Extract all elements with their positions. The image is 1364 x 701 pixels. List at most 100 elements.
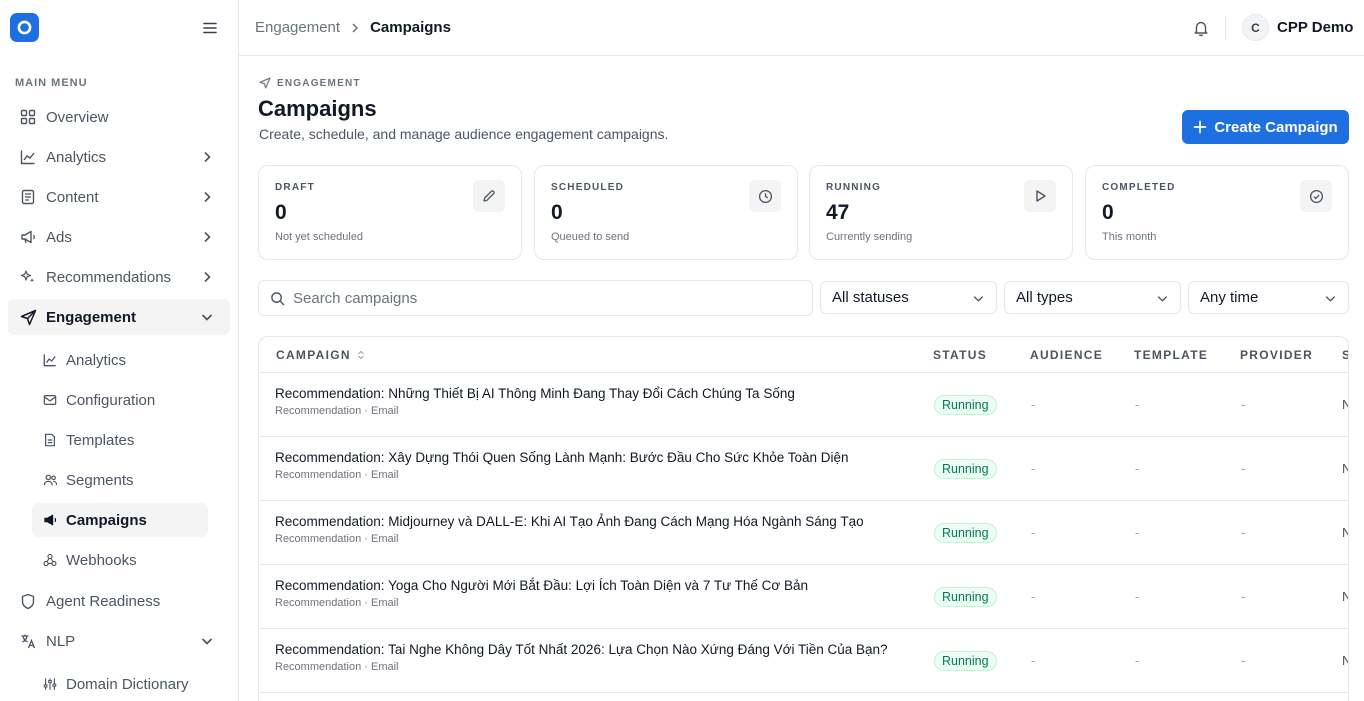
document-icon [19, 188, 37, 206]
stat-note: Queued to send [551, 231, 630, 243]
audience-cell: - [1031, 589, 1036, 604]
chevron-right-icon [352, 22, 359, 33]
sidebar-subitem-label: Templates [66, 431, 135, 449]
sidebar-subitem-segments[interactable]: Segments [32, 463, 208, 497]
column-label: CAMPAIGN [276, 348, 351, 362]
stat-value: 47 [826, 201, 850, 224]
sidebar-item-ads[interactable]: Ads [8, 219, 230, 255]
sidebar-item-agent-readiness[interactable]: Agent Readiness [8, 583, 230, 619]
app-logo[interactable] [10, 13, 39, 42]
stat-note: Currently sending [826, 231, 913, 243]
file-text-icon [42, 432, 58, 448]
column-header-provider[interactable]: PROVIDER [1240, 348, 1313, 362]
sidebar-item-overview[interactable]: Overview [8, 99, 230, 135]
sidebar-item-label: Agent Readiness [46, 592, 161, 610]
provider-cell: - [1241, 653, 1246, 668]
breadcrumb: Engagement Campaigns [255, 19, 451, 36]
user-name[interactable]: CPP Demo [1277, 19, 1353, 36]
sidebar-item-label: NLP [46, 632, 76, 650]
send-icon [259, 77, 271, 89]
stat-note: This month [1102, 231, 1157, 243]
bell-icon[interactable] [1192, 19, 1210, 37]
type-filter-value: All types [1016, 289, 1073, 306]
column-header-truncated[interactable]: S [1342, 348, 1348, 362]
sidebar-subitem-analytics[interactable]: Analytics [32, 343, 208, 377]
table-row[interactable]: Recommendation: Tai Nghe Không Dây Tốt N… [259, 629, 1348, 693]
table-row[interactable]: Recommendation: Midjourney và DALL-E: Kh… [259, 501, 1348, 565]
avatar[interactable]: C [1242, 14, 1269, 41]
chevron-right-icon [204, 151, 211, 163]
campaigns-table: CAMPAIGN STATUS AUDIENCE TEMPLATE PROVID… [258, 336, 1349, 701]
sidebar-item-nlp[interactable]: NLP [8, 623, 230, 659]
table-row[interactable]: Recommendation: Yoga Cho Người Mới Bắt Đ… [259, 565, 1348, 629]
sidebar-item-recommendations[interactable]: Recommendations [8, 259, 230, 295]
table-row[interactable]: Recommendation: Những Thiết Bị AI Thông … [259, 373, 1348, 437]
sidebar-subitem-campaigns[interactable]: Campaigns [32, 503, 208, 537]
sidebar-subitem-domain-dictionary[interactable]: Domain Dictionary [32, 667, 208, 701]
chevron-right-icon [204, 271, 211, 283]
sidebar-item-label: Content [46, 188, 99, 206]
campaign-meta: Recommendation · Email [275, 405, 399, 417]
sidebar-subitem-label: Domain Dictionary [66, 675, 189, 693]
sidebar-item-analytics[interactable]: Analytics [8, 139, 230, 175]
chevron-down-icon [1325, 296, 1336, 302]
sidebar-item-label: Recommendations [46, 268, 172, 286]
column-header-status[interactable]: STATUS [933, 348, 987, 362]
create-campaign-button[interactable]: Create Campaign [1182, 110, 1349, 144]
divider [1225, 16, 1226, 40]
campaign-name[interactable]: Recommendation: Yoga Cho Người Mới Bắt Đ… [275, 578, 808, 593]
campaign-name[interactable]: Recommendation: Những Thiết Bị AI Thông … [275, 386, 795, 401]
sidebar: MAIN MENU Overview Analytics Content Ads… [0, 0, 239, 701]
column-header-audience[interactable]: AUDIENCE [1030, 348, 1103, 362]
chevron-right-icon [204, 231, 211, 243]
campaign-name[interactable]: Recommendation: Midjourney và DALL-E: Kh… [275, 514, 864, 529]
sidebar-item-engagement[interactable]: Engagement [8, 299, 230, 335]
sidebar-item-content[interactable]: Content [8, 179, 230, 215]
truncated-cell: N [1342, 589, 1348, 604]
time-filter-select[interactable]: Any time [1188, 281, 1349, 314]
column-header-template[interactable]: TEMPLATE [1134, 348, 1208, 362]
send-icon [19, 308, 37, 326]
type-filter-select[interactable]: All types [1004, 281, 1181, 314]
campaign-name[interactable]: Recommendation: Tai Nghe Không Dây Tốt N… [275, 642, 888, 657]
sidebar-subitem-templates[interactable]: Templates [32, 423, 208, 457]
stat-card-completed: COMPLETED 0 This month [1085, 165, 1349, 260]
sidebar-subitem-webhooks[interactable]: Webhooks [32, 543, 208, 577]
provider-cell: - [1241, 589, 1246, 604]
template-cell: - [1135, 461, 1140, 476]
stat-value: 0 [1102, 201, 1114, 224]
search-icon [271, 291, 285, 305]
stat-note: Not yet scheduled [275, 231, 364, 243]
search-input[interactable] [293, 289, 793, 307]
menu-toggle-button[interactable] [200, 18, 220, 38]
sidebar-subitem-configuration[interactable]: Configuration [32, 383, 208, 417]
truncated-cell: N [1342, 653, 1348, 668]
check-circle-icon [1300, 180, 1332, 212]
sort-icon [357, 350, 364, 360]
sidebar-item-label: Ads [46, 228, 72, 246]
status-badge: Running [934, 651, 997, 671]
campaign-name[interactable]: Recommendation: Xây Dựng Thói Quen Sống … [275, 450, 849, 465]
stat-card-scheduled: SCHEDULED 0 Queued to send [534, 165, 798, 260]
webhook-icon [42, 552, 58, 568]
translate-icon [19, 632, 37, 650]
sidebar-subitem-label: Analytics [66, 351, 127, 369]
sidebar-item-label: Analytics [46, 148, 107, 166]
template-cell: - [1135, 653, 1140, 668]
status-filter-select[interactable]: All statuses [820, 281, 997, 314]
stat-card-draft: DRAFT 0 Not yet scheduled [258, 165, 522, 260]
time-filter-value: Any time [1200, 289, 1259, 306]
sidebar-subitem-label: Campaigns [66, 511, 147, 529]
search-box [258, 280, 813, 316]
table-row[interactable]: Recommendation: Xây Dựng Thói Quen Sống … [259, 437, 1348, 501]
breadcrumb-engagement[interactable]: Engagement [255, 19, 340, 36]
create-campaign-label: Create Campaign [1214, 118, 1338, 136]
chevron-down-icon [1157, 296, 1168, 302]
truncated-cell: N [1342, 525, 1348, 540]
audience-cell: - [1031, 653, 1036, 668]
sidebar-subitem-label: Webhooks [66, 551, 137, 569]
campaign-meta: Recommendation · Email [275, 469, 399, 481]
play-icon [1024, 180, 1056, 212]
column-header-campaign[interactable]: CAMPAIGN [276, 348, 366, 362]
sidebar-item-label: Engagement [46, 308, 137, 326]
